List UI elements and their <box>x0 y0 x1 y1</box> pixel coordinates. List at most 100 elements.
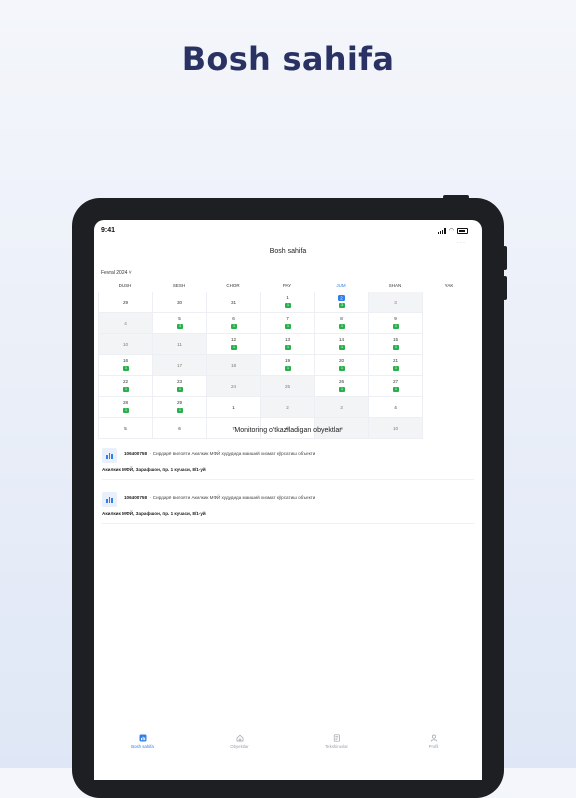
tab-profil[interactable]: Profil <box>385 726 482 780</box>
calendar-day-cell[interactable]: 11 <box>153 334 207 355</box>
calendar-day-cell[interactable]: 13 1 <box>261 334 315 355</box>
monitoring-object-card[interactable]: 106400758 · Сирдарё вилояти Акилкик МФЙ х… <box>102 445 474 480</box>
tab-bosh-sahifa[interactable]: Bosh sahifa <box>94 726 191 780</box>
day-number: 21 <box>369 358 422 363</box>
day-number-text: 4 <box>394 405 397 410</box>
day-number: 2 <box>315 294 368 301</box>
inspection-count-badge: 1 <box>339 324 345 329</box>
calendar-day-cell[interactable]: 4 <box>369 397 423 418</box>
weekday-header-6: YAK <box>444 283 454 288</box>
day-number-text: 25 <box>284 384 291 389</box>
weekday-header-1: SESH <box>172 283 186 288</box>
calendar-day-cell[interactable]: 22 1 <box>99 376 153 397</box>
calendar-day-cell[interactable]: 19 1 <box>261 355 315 376</box>
tab-obyektlar[interactable]: Obyektlar <box>191 726 288 780</box>
calendar-day-cell[interactable]: 17 <box>153 355 207 376</box>
day-number: 6 <box>207 316 260 321</box>
calendar-day-cell[interactable]: 26 1 <box>315 376 369 397</box>
day-number: 28 <box>99 400 152 405</box>
day-number-text: 18 <box>230 363 237 368</box>
calendar-day-cell[interactable]: 25 <box>261 376 315 397</box>
calendar-day-cell[interactable]: 31 <box>207 292 261 313</box>
day-number: 11 <box>153 342 206 347</box>
calendar-day-cell[interactable]: 29 1 <box>153 397 207 418</box>
calendar-day-cell[interactable]: 61 <box>207 313 261 334</box>
day-number: 2 <box>261 405 314 410</box>
calendar-day-cell[interactable]: 18 <box>207 355 261 376</box>
month-selector[interactable]: Fevral 2024 ˅ <box>101 270 132 276</box>
day-number-text: 23 <box>176 379 183 384</box>
inspection-count-badge: 1 <box>393 366 399 371</box>
day-number: 4 <box>369 405 422 410</box>
day-number: 26 <box>315 379 368 384</box>
inspection-count-badge: 1 <box>177 387 183 392</box>
day-number: 5 <box>153 316 206 321</box>
calendar: DUSH SESH CHOR PAY JUM SHAN YAK 29 30 31 1 1 2 3 3 4 5 3… <box>98 280 476 439</box>
day-number-text: 8 <box>340 316 343 321</box>
object-code: 106400758 <box>124 451 147 456</box>
chart-icon <box>139 734 146 742</box>
day-number: 16 <box>99 358 152 363</box>
day-number-text: 21 <box>392 358 399 363</box>
calendar-day-cell[interactable]: 10 <box>99 334 153 355</box>
calendar-day-cell[interactable]: 2 <box>261 397 315 418</box>
calendar-day-cell[interactable]: 21 1 <box>369 355 423 376</box>
calendar-day-cell[interactable]: 15 1 <box>369 334 423 355</box>
inspection-count-badge: 1 <box>285 366 291 371</box>
day-number: 17 <box>153 363 206 368</box>
calendar-day-cell[interactable]: 20 1 <box>315 355 369 376</box>
weekday-header-4: JUM <box>336 283 346 288</box>
calendar-day-cell[interactable]: 3 <box>369 292 423 313</box>
inspection-count-badge: 1 <box>123 408 129 413</box>
day-number: 1 <box>261 295 314 300</box>
day-number-text: 27 <box>392 379 399 384</box>
day-number-text: 24 <box>230 384 237 389</box>
calendar-day-cell[interactable]: 28 1 <box>99 397 153 418</box>
user-icon <box>430 734 437 742</box>
day-number-text: 30 <box>176 300 183 305</box>
day-number-text: 29 <box>176 400 183 405</box>
calendar-day-cell[interactable]: 91 <box>369 313 423 334</box>
inspection-count-badge: 1 <box>123 387 129 392</box>
inspection-count-badge: 1 <box>339 345 345 350</box>
day-number-text: 19 <box>284 358 291 363</box>
day-number-text: 3 <box>340 405 343 410</box>
day-number: 14 <box>315 337 368 342</box>
calendar-day-cell[interactable]: 24 <box>207 376 261 397</box>
status-icons: ◠ <box>437 227 468 235</box>
monitoring-object-card[interactable]: 106400758 · Сирдарё вилояти Акилкик МФЙ х… <box>102 489 474 524</box>
home-icon <box>236 734 243 742</box>
calendar-day-cell[interactable]: 81 <box>315 313 369 334</box>
calendar-day-cell[interactable]: 23 1 <box>153 376 207 397</box>
inspection-count-badge: 1 <box>231 324 237 329</box>
inspection-count-badge: 1 <box>393 345 399 350</box>
tab-label: Obyektlar <box>230 744 249 749</box>
tab-tekshiruvlar[interactable]: Tekshiruvlar <box>288 726 385 780</box>
calendar-day-cell[interactable]: 1 <box>207 397 261 418</box>
day-number-text: 20 <box>338 358 345 363</box>
day-number: 9 <box>369 316 422 321</box>
wifi-icon: ◠ <box>448 228 454 234</box>
calendar-day-cell[interactable]: 16 1 <box>99 355 153 376</box>
inspection-count-badge: 3 <box>339 303 345 308</box>
calendar-day-cell[interactable]: 27 1 <box>369 376 423 397</box>
day-number-text: 16 <box>122 358 129 363</box>
day-number: 18 <box>207 363 260 368</box>
calendar-day-cell[interactable]: 23 <box>315 292 369 313</box>
day-number: 10 <box>99 342 152 347</box>
calendar-day-cell[interactable]: 29 <box>99 292 153 313</box>
more-menu-icon[interactable]: ··· <box>457 240 466 246</box>
calendar-day-cell[interactable]: 14 1 <box>315 334 369 355</box>
calendar-day-cell[interactable]: 12 1 <box>207 334 261 355</box>
inspection-count-badge: 1 <box>177 408 183 413</box>
calendar-day-cell[interactable]: 71 <box>261 313 315 334</box>
day-number: 20 <box>315 358 368 363</box>
calendar-day-cell[interactable]: 53 <box>153 313 207 334</box>
calendar-day-cell[interactable]: 3 <box>315 397 369 418</box>
calendar-day-cell[interactable]: 30 <box>153 292 207 313</box>
day-number-text: 11 <box>177 342 182 347</box>
calendar-day-cell[interactable]: 4 <box>99 313 153 334</box>
tablet-volume-up-button <box>503 246 507 270</box>
calendar-day-cell[interactable]: 11 <box>261 292 315 313</box>
day-number-text: 10 <box>122 342 129 347</box>
